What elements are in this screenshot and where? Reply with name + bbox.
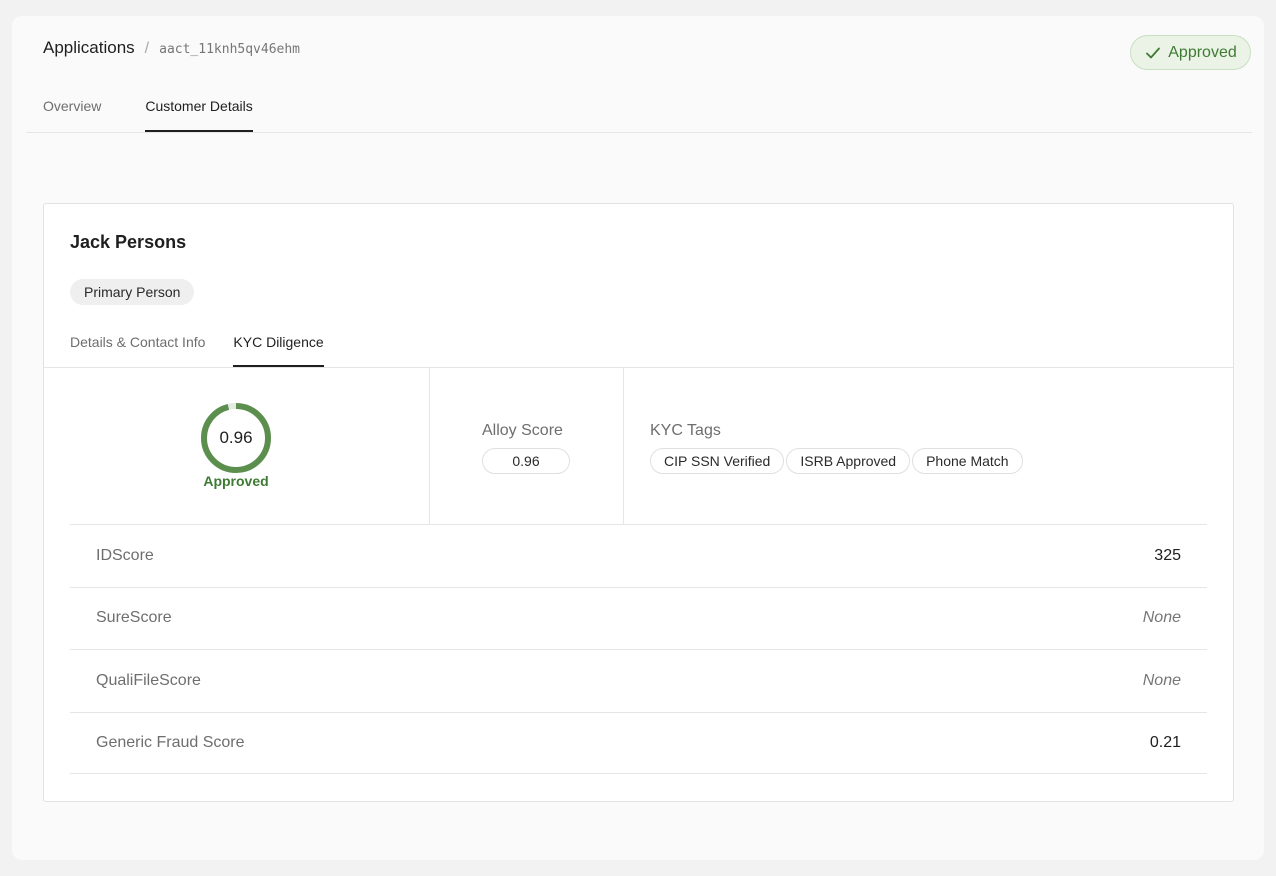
score-row-label: Generic Fraud Score — [96, 733, 245, 751]
alloy-score-panel: Alloy Score 0.96 — [430, 368, 624, 525]
kyc-score-panel: 0.96 Approved — [44, 368, 430, 525]
kyc-tags-title: KYC Tags — [650, 422, 721, 439]
score-gauge-value: 0.96 — [219, 428, 253, 447]
person-name: Jack Persons — [70, 232, 187, 252]
person-tabs: Details & Contact Info KYC Diligence — [70, 334, 324, 367]
score-row-generic-fraud-score: Generic Fraud Score 0.21 — [70, 711, 1207, 774]
score-row-qualifilescore: QualiFileScore None — [70, 649, 1207, 712]
kyc-tags-panel: KYC Tags CIP SSN Verified ISRB Approved … — [624, 368, 1233, 525]
breadcrumb-separator: / — [144, 40, 150, 57]
score-list: IDScore 325 SureScore None QualiFileScor… — [70, 524, 1207, 774]
alloy-score-value: 0.96 — [482, 448, 570, 474]
score-gauge-status: Approved — [203, 473, 269, 489]
app-frame: Applications / aact_11knh5qv46ehm Approv… — [12, 16, 1264, 860]
breadcrumb: Applications / aact_11knh5qv46ehm — [43, 38, 300, 58]
score-row-label: SureScore — [96, 609, 172, 627]
score-row-value: None — [1142, 671, 1181, 689]
tab-kyc-diligence[interactable]: KYC Diligence — [233, 334, 324, 367]
kyc-tag-cip-ssn-verified: CIP SSN Verified — [650, 448, 785, 474]
kyc-tag-phone-match: Phone Match — [912, 448, 1023, 474]
person-card: Jack Persons Primary Person Details & Co… — [43, 203, 1234, 802]
status-badge-label: Approved — [1168, 43, 1237, 61]
score-row-label: QualiFileScore — [96, 671, 201, 689]
check-icon — [1146, 47, 1161, 58]
kyc-tags-list: CIP SSN Verified ISRB Approved Phone Mat… — [650, 448, 1023, 474]
kyc-tag-isrb-approved: ISRB Approved — [786, 448, 911, 474]
score-row-surescore: SureScore None — [70, 586, 1207, 650]
application-id: aact_11knh5qv46ehm — [159, 42, 301, 57]
tab-customer-details[interactable]: Customer Details — [145, 98, 253, 132]
alloy-score-title: Alloy Score — [482, 422, 563, 439]
score-row-value: 325 — [1154, 546, 1181, 564]
role-badge: Primary Person — [70, 279, 195, 305]
status-badge: Approved — [1130, 35, 1251, 70]
score-row-label: IDScore — [96, 546, 154, 564]
header-divider — [26, 132, 1252, 133]
score-row-value: None — [1142, 609, 1181, 627]
tab-overview[interactable]: Overview — [43, 98, 101, 132]
page-header: Applications / aact_11knh5qv46ehm Approv… — [12, 16, 1264, 133]
score-row-idscore: IDScore 325 — [70, 524, 1207, 587]
score-row-value: 0.21 — [1149, 733, 1181, 751]
breadcrumb-applications-link[interactable]: Applications — [43, 38, 135, 58]
tab-details-contact-info[interactable]: Details & Contact Info — [70, 334, 205, 367]
main-tabs: Overview Customer Details — [43, 98, 253, 132]
